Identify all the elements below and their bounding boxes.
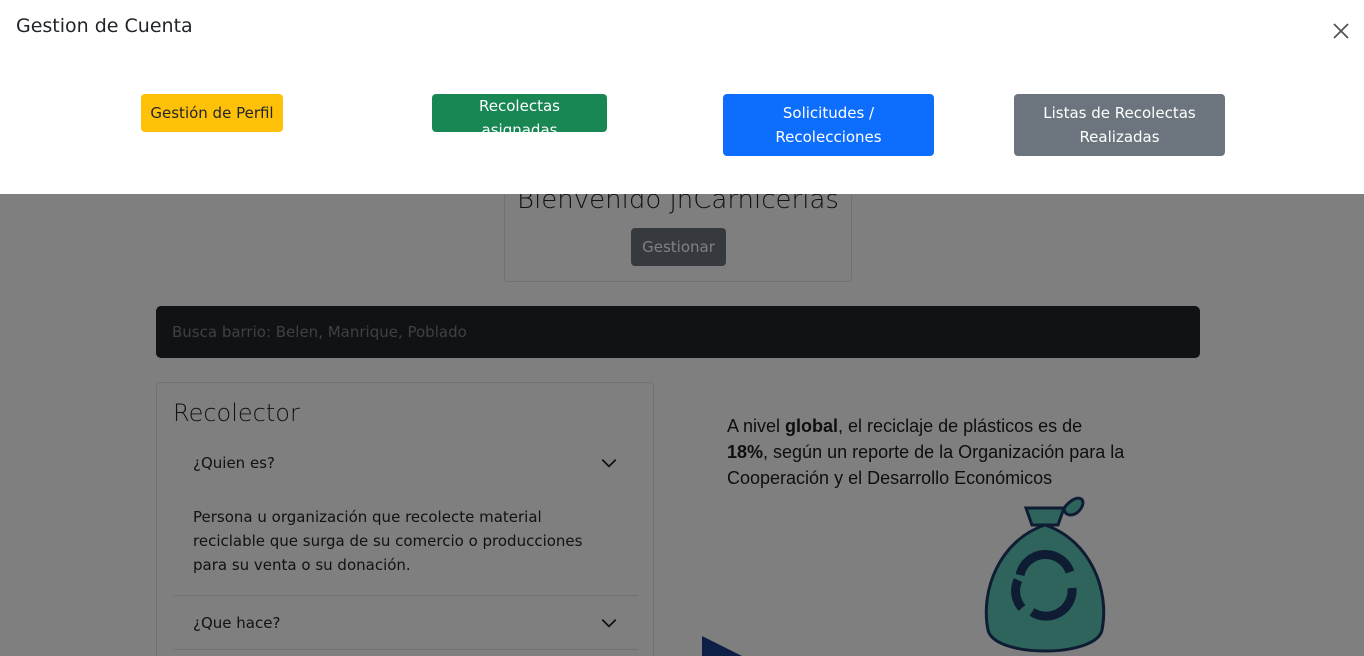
profile-management-button[interactable]: Gestión de Perfil [141,94,283,132]
close-button[interactable] [1328,18,1354,44]
close-icon [1333,23,1349,39]
offcanvas-title: Gestion de Cuenta [16,15,193,37]
account-offcanvas: Gestion de Cuenta Gestión de Perfil Reco… [0,0,1364,194]
assigned-collections-button[interactable]: Recolectas asignadas [432,94,607,139]
completed-collections-list-button[interactable]: Listas de Recolectas Realizadas [1014,94,1225,156]
requests-collections-button[interactable]: Solicitudes / Recolecciones [723,94,934,156]
